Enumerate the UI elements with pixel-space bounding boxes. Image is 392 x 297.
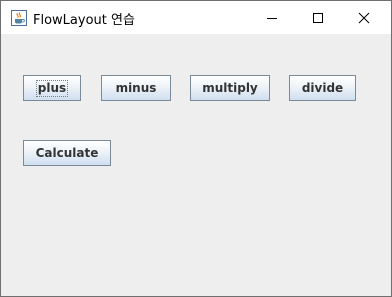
window-title: FlowLayout 연습 xyxy=(33,13,135,28)
close-icon xyxy=(358,12,370,23)
calculate-button[interactable]: Calculate xyxy=(23,140,111,166)
multiply-button-label: multiply xyxy=(202,81,258,95)
maximize-button[interactable] xyxy=(295,1,341,34)
divide-button[interactable]: divide xyxy=(289,75,356,101)
plus-button-label: plus xyxy=(35,79,69,97)
minus-button[interactable]: minus xyxy=(101,75,171,101)
title-bar[interactable]: FlowLayout 연습 xyxy=(1,1,391,34)
minimize-icon xyxy=(267,17,277,19)
maximize-icon xyxy=(313,12,323,23)
plus-button[interactable]: plus xyxy=(23,75,81,101)
app-window: FlowLayout 연습 plus minus multiply divide… xyxy=(0,0,392,297)
content-pane: plus minus multiply divide Calculate xyxy=(1,34,391,296)
minimize-button[interactable] xyxy=(249,1,295,34)
minus-button-label: minus xyxy=(115,81,157,95)
java-coffee-cup-icon xyxy=(11,10,27,26)
multiply-button[interactable]: multiply xyxy=(190,75,270,101)
close-button[interactable] xyxy=(341,1,387,34)
divide-button-label: divide xyxy=(301,81,344,95)
calculate-button-label: Calculate xyxy=(35,146,99,160)
